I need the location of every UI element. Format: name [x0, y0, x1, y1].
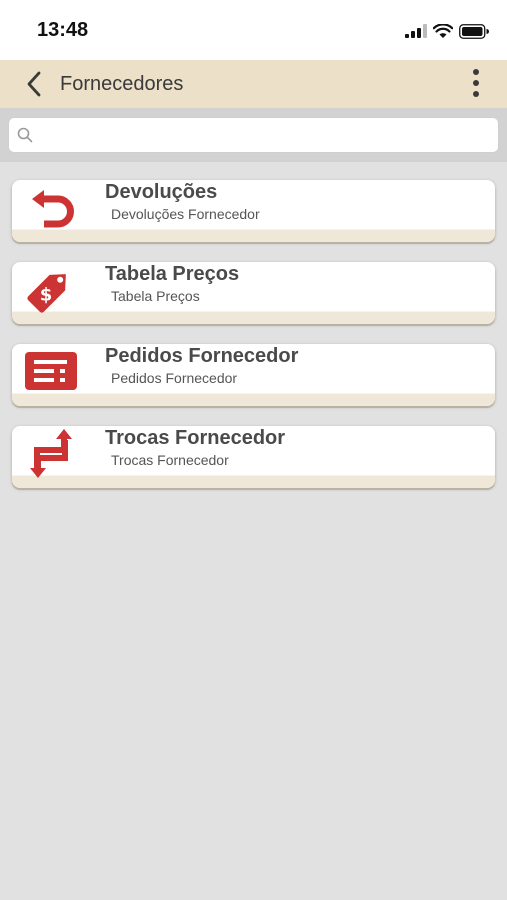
status-icons [405, 22, 489, 40]
svg-text:$: $ [40, 284, 53, 305]
wifi-icon [433, 23, 453, 38]
back-arrow-icon[interactable] [22, 70, 50, 98]
list-item-title: Trocas Fornecedor [105, 427, 286, 449]
price-tag-icon: $ [27, 274, 66, 313]
return-arrow-icon [32, 190, 74, 228]
navigation-bar: Fornecedores [0, 60, 507, 108]
exchange-arrows-icon [30, 429, 72, 478]
list-item-tabela-precos[interactable]: $ Tabela Preços Tabela Preços [12, 262, 495, 324]
more-options-icon[interactable] [465, 68, 487, 100]
order-list-icon [25, 352, 77, 390]
status-bar: 13:48 [0, 0, 507, 60]
list-item-subtitle: Tabela Preços [111, 288, 200, 304]
list-item-subtitle: Pedidos Fornecedor [111, 370, 238, 386]
list-item-trocas-fornecedor[interactable]: Trocas Fornecedor Trocas Fornecedor [12, 426, 495, 488]
list-item-pedidos-fornecedor[interactable]: Pedidos Fornecedor Pedidos Fornecedor [12, 344, 495, 406]
list-item-devolucoes[interactable]: Devoluções Devoluções Fornecedor [12, 180, 495, 242]
battery-icon [459, 23, 489, 39]
list-item-subtitle: Trocas Fornecedor [111, 452, 229, 468]
list-item-title: Devoluções [105, 181, 218, 203]
cellular-signal-icon [405, 24, 427, 38]
search-bar [0, 108, 507, 162]
list-item-title: Tabela Preços [105, 263, 240, 285]
page-title: Fornecedores [60, 73, 184, 95]
search-input[interactable] [8, 117, 499, 153]
list-item-title: Pedidos Fornecedor [105, 345, 299, 367]
list-item-subtitle: Devoluções Fornecedor [111, 206, 260, 222]
status-time: 13:48 [37, 19, 89, 41]
